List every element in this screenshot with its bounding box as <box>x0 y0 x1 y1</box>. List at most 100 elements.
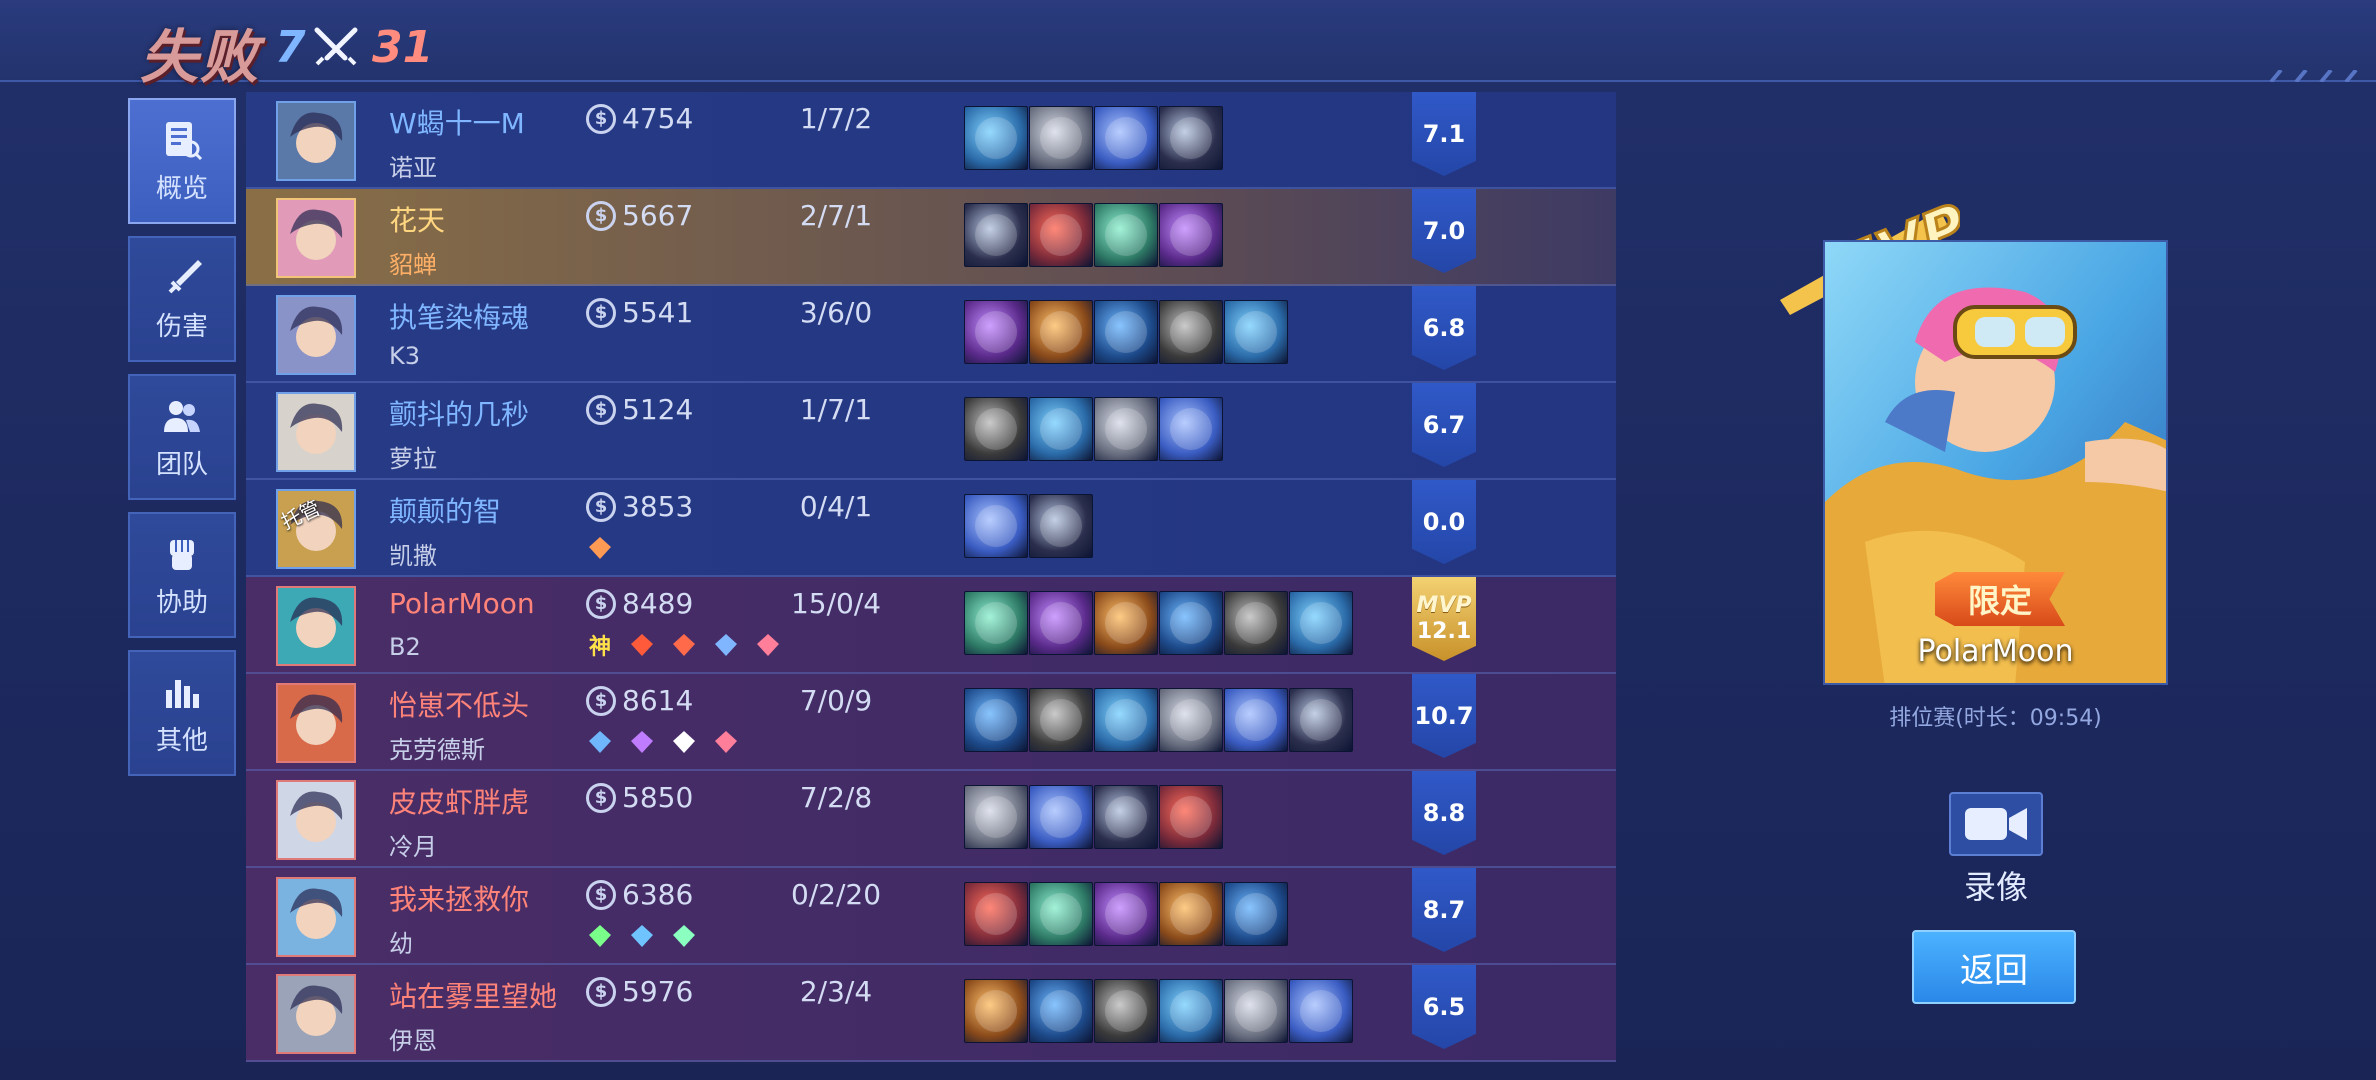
item-icon[interactable] <box>1094 979 1158 1043</box>
item-icon[interactable] <box>1029 106 1093 170</box>
player-name: 我来拯救你 <box>389 883 530 916</box>
enemy-kills: 31 <box>372 22 434 73</box>
back-button[interactable]: 返回 <box>1912 930 2076 1004</box>
rating-badge: 6.7 <box>1412 383 1476 467</box>
item-icon[interactable] <box>964 979 1028 1043</box>
item-icon[interactable] <box>1159 300 1223 364</box>
item-icon[interactable] <box>1224 882 1288 946</box>
item-icon[interactable] <box>1159 106 1223 170</box>
player-name: W蝎十一M <box>389 107 525 140</box>
player-name: 皮皮虾胖虎 <box>389 786 530 819</box>
rating-badge: 0.0 <box>1412 480 1476 564</box>
god-badge: 神 <box>588 635 611 660</box>
item-icon[interactable] <box>1159 882 1223 946</box>
item-icon[interactable] <box>964 203 1028 267</box>
item-icon[interactable] <box>1289 591 1353 655</box>
item-icon[interactable] <box>964 106 1028 170</box>
player-name: 执笔染梅魂 <box>389 301 530 334</box>
player-row[interactable]: 颤抖的几秒 萝拉 $5124 1/7/1 6.7 <box>246 383 1616 480</box>
item-icon[interactable] <box>1094 882 1158 946</box>
item-icon[interactable] <box>1159 785 1223 849</box>
player-row[interactable]: W蝎十一M 诺亚 $4754 1/7/2 7.1 <box>246 92 1616 189</box>
item-icon[interactable] <box>1029 203 1093 267</box>
item-icon[interactable] <box>1094 397 1158 461</box>
nav-overview[interactable]: 概览 <box>128 98 236 224</box>
item-icon[interactable] <box>964 300 1028 364</box>
player-name: 颠颠的智 <box>389 495 502 528</box>
rating-value: 12.1 <box>1416 619 1472 644</box>
item-icon[interactable] <box>1094 106 1158 170</box>
hero-name: 幼 <box>389 930 413 958</box>
coin-icon: $ <box>586 879 616 910</box>
item-icon[interactable] <box>964 397 1028 461</box>
nav-damage[interactable]: 伤害 <box>128 236 236 362</box>
heart-icon <box>754 631 782 659</box>
item-icon[interactable] <box>964 785 1028 849</box>
item-icon[interactable] <box>964 882 1028 946</box>
item-icon[interactable] <box>1029 397 1093 461</box>
hero-avatar: 托管 <box>276 489 356 569</box>
item-icon[interactable] <box>964 494 1028 558</box>
nav-other[interactable]: 其他 <box>128 650 236 776</box>
item-icon[interactable] <box>1159 397 1223 461</box>
item-icon[interactable] <box>1029 300 1093 364</box>
decor-stripes <box>2269 70 2358 82</box>
item-icon[interactable] <box>1289 979 1353 1043</box>
nav-team-label: 团队 <box>155 449 208 480</box>
nav-overview-label: 概览 <box>155 173 208 204</box>
item-icon[interactable] <box>964 591 1028 655</box>
item-icon[interactable] <box>964 688 1028 752</box>
rating-badge: 8.7 <box>1412 868 1476 952</box>
coin-icon: $ <box>586 297 616 328</box>
player-row[interactable]: 执笔染梅魂 K3 $5541 3/6/0 6.8 <box>246 286 1616 383</box>
item-icon[interactable] <box>1094 591 1158 655</box>
achievement-badges: 神 <box>586 631 782 663</box>
item-icon[interactable] <box>1159 591 1223 655</box>
team-kills: 7 <box>275 22 306 73</box>
player-row[interactable]: 托管 颠颠的智 凯撒 $3853 0/4/1 0.0 <box>246 480 1616 577</box>
item-icon[interactable] <box>1159 203 1223 267</box>
item-list <box>964 882 1288 946</box>
item-icon[interactable] <box>1029 979 1093 1043</box>
item-icon[interactable] <box>1029 882 1093 946</box>
achievement-badges <box>586 922 698 954</box>
item-icon[interactable] <box>1224 979 1288 1043</box>
gold-amount: $5667 <box>586 199 693 232</box>
hero-name: 凯撒 <box>389 542 437 570</box>
item-icon[interactable] <box>1159 979 1223 1043</box>
item-icon[interactable] <box>1094 785 1158 849</box>
player-row[interactable]: 怡崽不低头 克劳德斯 $8614 7/0/9 10.7 <box>246 674 1616 771</box>
item-icon[interactable] <box>1159 688 1223 752</box>
player-name: 花天 <box>389 204 446 237</box>
hero-name: 克劳德斯 <box>389 736 485 764</box>
mvp-hero-card: 限定 PolarMoon <box>1823 240 2168 685</box>
player-row[interactable]: 花天 貂蝉 $5667 2/7/1 7.0 <box>246 189 1616 286</box>
hero-name: 貂蝉 <box>389 251 437 279</box>
player-name: PolarMoon <box>389 587 535 620</box>
item-icon[interactable] <box>1094 203 1158 267</box>
hero-avatar <box>276 974 356 1054</box>
nav-team[interactable]: 团队 <box>128 374 236 500</box>
item-icon[interactable] <box>1094 300 1158 364</box>
item-icon[interactable] <box>1289 688 1353 752</box>
match-result: 失败 <box>140 23 261 91</box>
item-icon[interactable] <box>1094 688 1158 752</box>
item-icon[interactable] <box>1224 300 1288 364</box>
item-icon[interactable] <box>1029 688 1093 752</box>
kda: 1/7/2 <box>799 102 873 135</box>
replay-label: 录像 <box>1963 868 2028 906</box>
player-row[interactable]: 站在雾里望她 伊恩 $5976 2/3/4 6.5 <box>246 965 1616 1062</box>
item-icon[interactable] <box>1224 591 1288 655</box>
item-icon[interactable] <box>1224 688 1288 752</box>
item-list <box>964 688 1353 752</box>
player-row[interactable]: PolarMoon B2 $8489 15/0/4 神 MVP 12.1 <box>246 577 1616 674</box>
player-row[interactable]: 我来拯救你幼 $6386 0/2/20 8.7 <box>246 868 1616 965</box>
replay-button[interactable] <box>1949 792 2043 856</box>
sword-icon <box>168 259 202 293</box>
item-icon[interactable] <box>1029 591 1093 655</box>
item-icon[interactable] <box>1029 785 1093 849</box>
nav-assist[interactable]: 协助 <box>128 512 236 638</box>
rating-badge: 8.8 <box>1412 771 1476 855</box>
player-row[interactable]: 皮皮虾胖虎 冷月 $5850 7/2/8 8.8 <box>246 771 1616 868</box>
item-icon[interactable] <box>1029 494 1093 558</box>
